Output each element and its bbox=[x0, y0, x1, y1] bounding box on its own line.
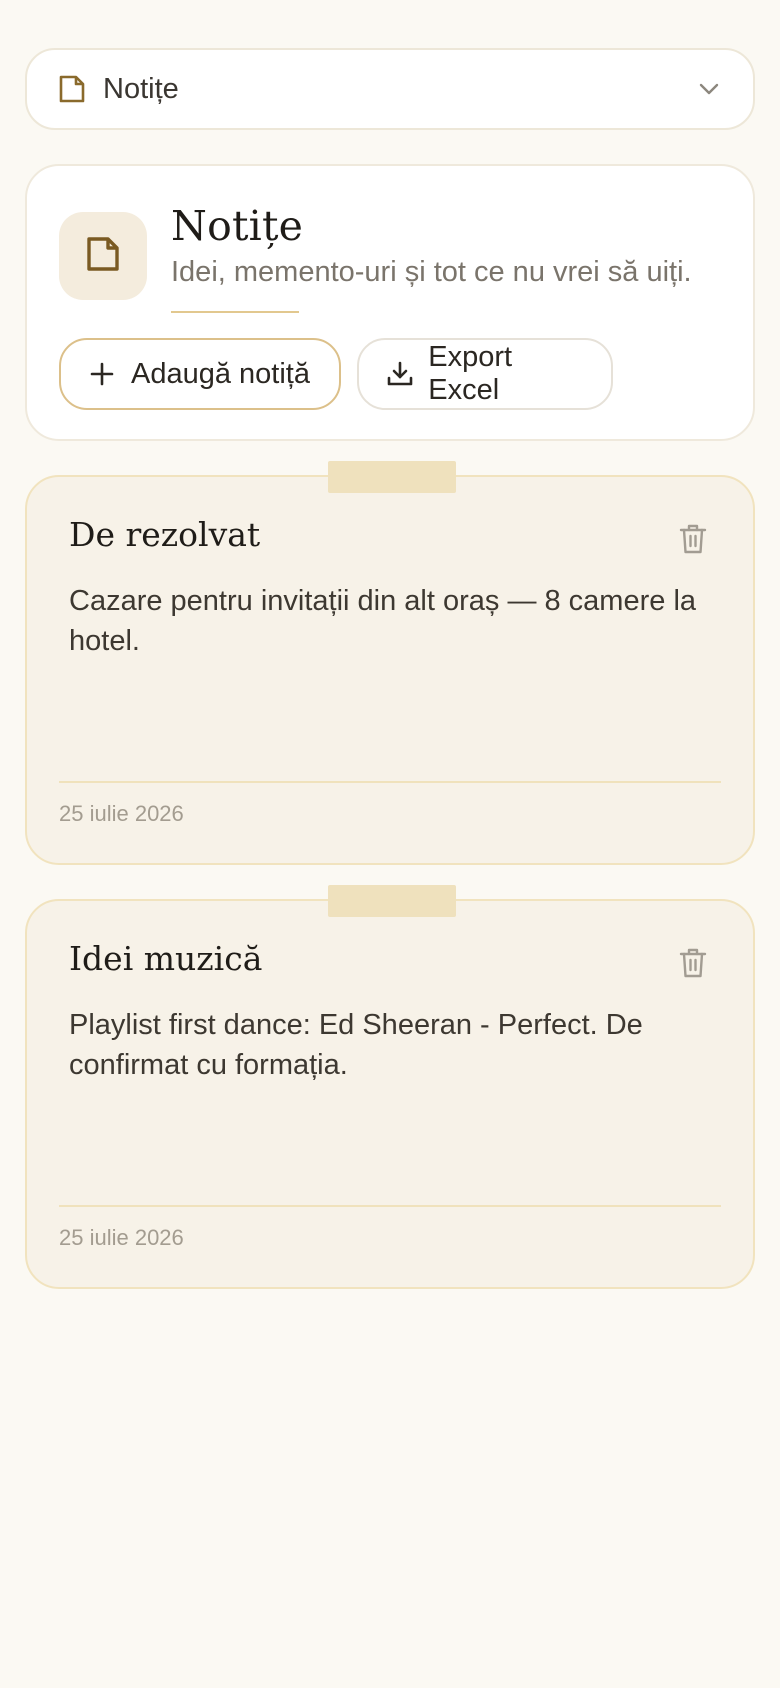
note-date: 25 iulie 2026 bbox=[59, 1225, 184, 1250]
trash-icon[interactable] bbox=[675, 945, 711, 981]
add-note-label: Adaugă notiță bbox=[131, 357, 310, 390]
section-selector-label: Notițe bbox=[103, 72, 179, 105]
note-divider bbox=[59, 781, 721, 783]
note-icon bbox=[85, 235, 121, 278]
header-icon-box bbox=[59, 212, 147, 300]
note-date: 25 iulie 2026 bbox=[59, 801, 184, 826]
note-tape bbox=[328, 461, 456, 493]
plus-icon bbox=[87, 359, 117, 389]
note-divider bbox=[59, 1205, 721, 1207]
chevron-down-icon[interactable] bbox=[695, 75, 723, 103]
trash-icon[interactable] bbox=[675, 521, 711, 557]
export-excel-label: Export Excel bbox=[428, 341, 513, 406]
export-excel-button[interactable]: Export Excel bbox=[357, 338, 613, 410]
notes-header-card: Notițe Idei, memento-uri și tot ce nu vr… bbox=[25, 164, 755, 441]
notes-page: Notițe Notițe Idei, memento-uri și tot c… bbox=[0, 0, 780, 1688]
section-selector[interactable]: Notițe bbox=[25, 48, 755, 130]
add-note-button[interactable]: Adaugă notiță bbox=[59, 338, 341, 410]
note-body: Cazare pentru invitații din alt oraș — 8… bbox=[69, 585, 697, 657]
page-title: Notițe bbox=[171, 202, 304, 250]
note-title: De rezolvat bbox=[69, 515, 261, 554]
note-title: Idei muzică bbox=[69, 939, 263, 978]
page-subtitle: Idei, memento-uri și tot ce nu vrei să u… bbox=[171, 256, 692, 288]
note-icon bbox=[57, 74, 87, 104]
download-icon bbox=[385, 359, 414, 389]
title-underline bbox=[171, 311, 299, 313]
note-card[interactable]: Idei muzică Playlist first dance: Ed She… bbox=[25, 885, 755, 1289]
note-body: Playlist first dance: Ed Sheeran - Perfe… bbox=[69, 1009, 643, 1081]
note-card[interactable]: De rezolvat Cazare pentru invitații din … bbox=[25, 461, 755, 865]
note-tape bbox=[328, 885, 456, 917]
